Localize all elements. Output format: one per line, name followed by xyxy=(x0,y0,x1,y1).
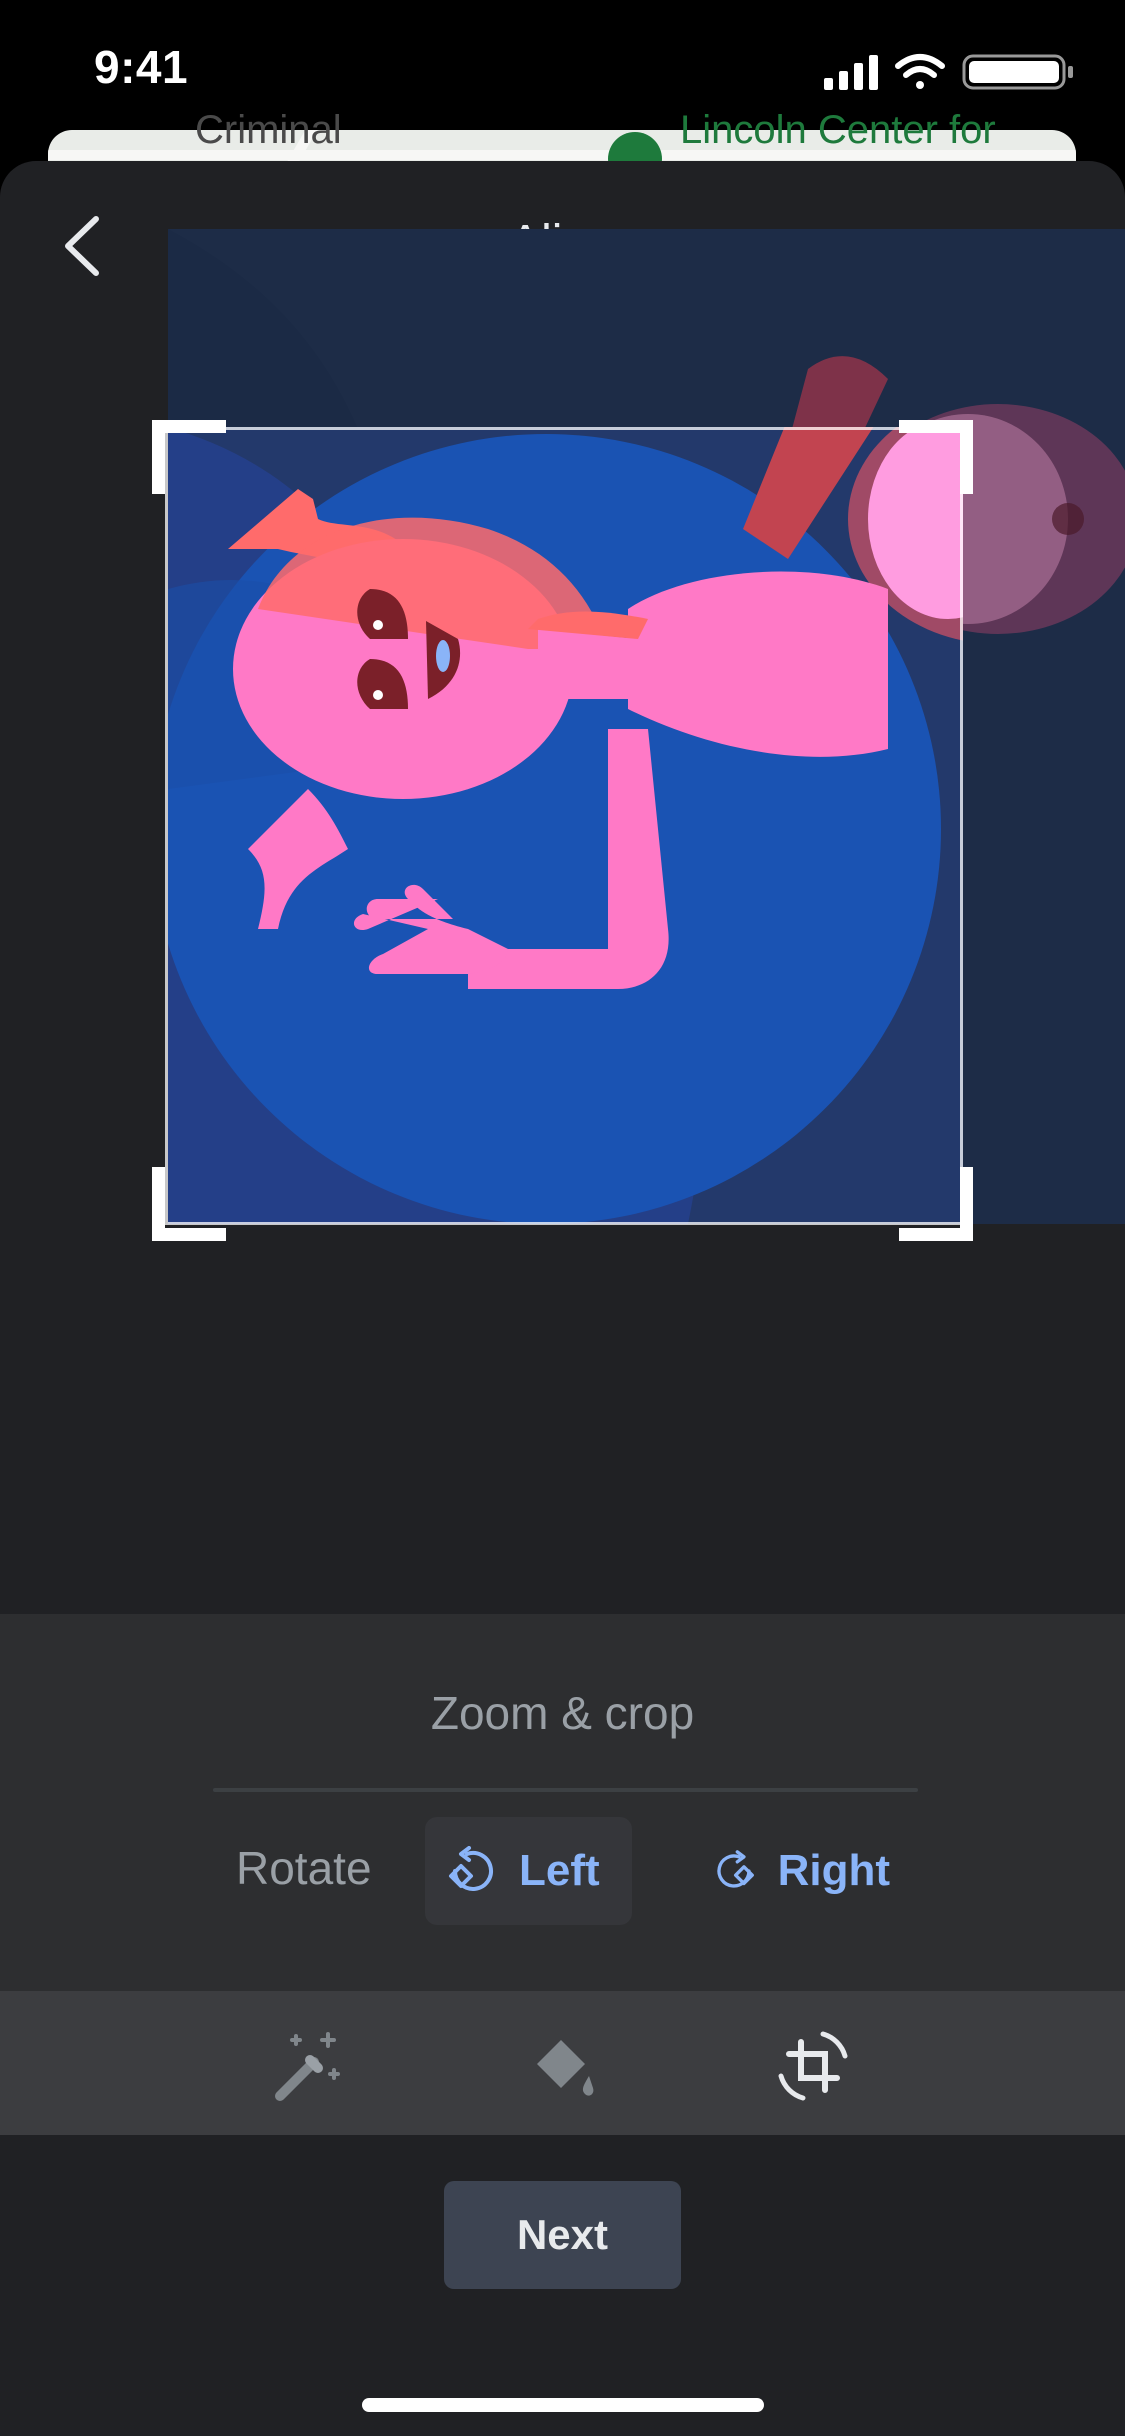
status-icons xyxy=(824,54,1073,90)
rotate-right-label: Right xyxy=(777,1846,890,1895)
home-indicator[interactable] xyxy=(362,2398,764,2412)
panel-divider xyxy=(213,1788,918,1792)
map-label-left: Criminal xyxy=(195,108,342,152)
crop-handle-bottom-right[interactable] xyxy=(899,1167,973,1241)
edit-panel xyxy=(0,1614,1125,1994)
rotate-right-icon xyxy=(717,1850,754,1888)
rotate-left-icon xyxy=(449,1846,493,1891)
crop-handle-bottom-left[interactable] xyxy=(152,1167,226,1241)
crop-handle-top-right[interactable] xyxy=(899,420,973,494)
crop-handle-top-left[interactable] xyxy=(152,420,226,494)
map-label-right: Lincoln Center for xyxy=(680,108,996,152)
rotate-label: Rotate xyxy=(236,1842,372,1894)
battery-icon xyxy=(962,54,1073,90)
magic-wand-icon[interactable] xyxy=(268,2026,348,2106)
rotate-right-button[interactable]: Right xyxy=(692,1817,912,1925)
next-button[interactable]: Next xyxy=(444,2181,681,2289)
screen: 9:41 Criminal Lincoln Center for Zoom & … xyxy=(0,0,1125,2436)
wifi-icon xyxy=(895,54,945,89)
status-time: 9:41 xyxy=(94,41,189,93)
rotate-left-label: Left xyxy=(519,1846,600,1895)
crop-rotate-icon[interactable] xyxy=(773,2026,853,2106)
crop-frame[interactable] xyxy=(165,427,963,1225)
paint-bucket-icon[interactable] xyxy=(523,2026,603,2106)
panel-title: Zoom & crop xyxy=(430,1687,695,1739)
cellular-signal-icon xyxy=(824,55,878,90)
rotate-left-button[interactable]: Left xyxy=(425,1817,632,1925)
